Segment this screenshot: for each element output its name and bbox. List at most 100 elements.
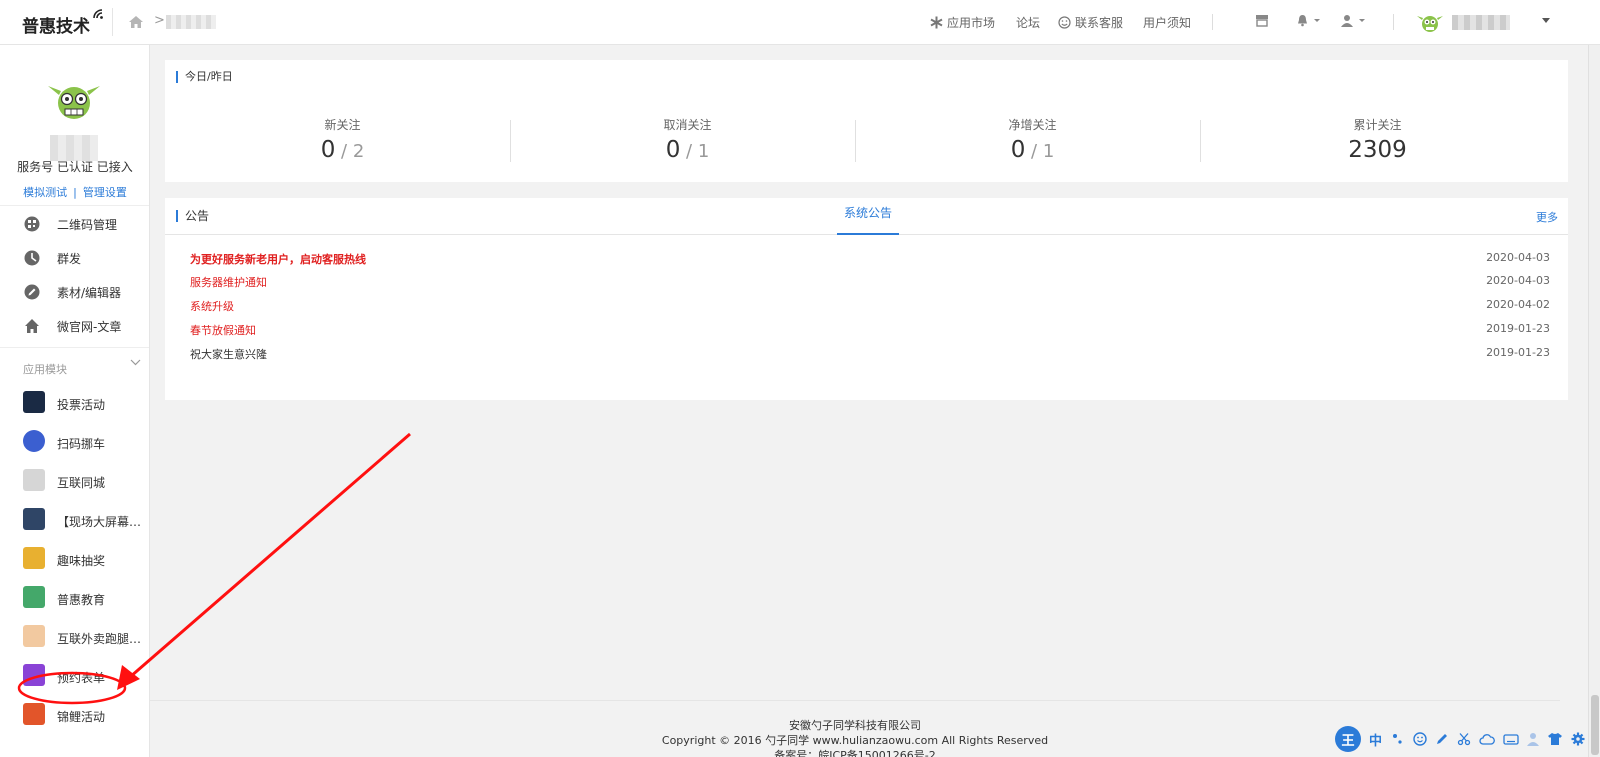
notice-date: 2020-04-03 — [1486, 251, 1550, 264]
user-icon — [1341, 15, 1353, 27]
logo[interactable]: 普惠技术 — [22, 9, 106, 37]
list-item[interactable]: 服务器维护通知 2020-04-03 — [190, 274, 1550, 292]
nav-user-notice-label: 用户须知 — [1143, 16, 1192, 30]
notice-date: 2020-04-03 — [1486, 274, 1550, 287]
vote-app-icon — [23, 391, 45, 413]
more-link[interactable]: 更多 — [1536, 209, 1558, 225]
avatar[interactable] — [1416, 9, 1444, 37]
sidebar-item-label: 二维码管理 — [57, 217, 118, 232]
logo-text: 普惠技术 — [22, 17, 90, 37]
sidebar-item-materials[interactable]: 素材/编辑器 — [0, 275, 149, 309]
stat-today: 0 — [320, 137, 336, 163]
delivery-app-icon — [23, 625, 45, 647]
list-item[interactable]: 为更好服务新老用户，启动客服热线 2020-04-03 — [190, 251, 1550, 269]
simulate-test-link[interactable]: 模拟测试 — [23, 186, 67, 199]
notice-title: 公告 — [176, 210, 209, 222]
sidebar-app-label: 互联同城 — [57, 476, 106, 490]
sidebar-app-label: 【现场大屏幕】... — [57, 515, 145, 529]
sidebar-app-label: 预约表单 — [57, 671, 106, 685]
nav-user-notice[interactable]: 用户须知 — [1143, 14, 1191, 31]
stats-card: 今日/昨日 新关注 0 / 2 取消关注 0 / 1 净增关注 0 / 1 累计… — [165, 60, 1568, 182]
broadcast-icon — [24, 250, 40, 266]
sidebar-item-qrcode[interactable]: 二维码管理 — [0, 207, 149, 241]
scrollbar-thumb[interactable] — [1591, 695, 1599, 755]
emoji-icon[interactable] — [1413, 732, 1427, 746]
account-avatar — [48, 86, 100, 119]
sidebar-item-microsite[interactable]: 微官网-文章 — [0, 309, 149, 343]
sidebar-app-big-screen[interactable]: 【现场大屏幕】... — [0, 502, 149, 538]
scrollbar[interactable] — [1588, 45, 1600, 757]
skin-icon[interactable] — [1547, 732, 1563, 746]
tab-system-notice[interactable]: 系统公告 — [837, 198, 899, 235]
divider — [1200, 120, 1201, 162]
divider — [0, 205, 149, 206]
notice-card: 公告 系统公告 更多 为更好服务新老用户，启动客服热线 2020-04-03 服… — [165, 198, 1568, 400]
sidebar-app-label: 趣味抽奖 — [57, 554, 106, 568]
settings-gear-icon[interactable] — [1571, 732, 1585, 746]
list-item[interactable]: 系统升级 2020-04-02 — [190, 298, 1550, 316]
pen-icon[interactable] — [1435, 732, 1449, 746]
user-icon[interactable] — [1527, 732, 1540, 746]
home-icon — [25, 319, 39, 333]
home-icon[interactable] — [128, 15, 144, 29]
nav-forum[interactable]: 论坛 — [1016, 14, 1040, 31]
sidebar-item-label: 群发 — [57, 251, 82, 266]
notice-date: 2019-01-23 — [1486, 322, 1550, 335]
topbar-divider — [112, 8, 113, 36]
sidebar-app-koi[interactable]: 锦鲤活动 — [0, 697, 149, 733]
sidebar-app-lottery[interactable]: 趣味抽奖 — [0, 541, 149, 577]
nav-app-market[interactable]: 应用市场 — [930, 14, 995, 31]
store-button[interactable] — [1255, 14, 1273, 27]
chevron-down-icon[interactable] — [130, 359, 141, 366]
divider — [855, 120, 856, 162]
divider — [0, 347, 149, 348]
breadcrumb-blurred-account[interactable] — [166, 15, 216, 29]
punctuation-icon[interactable] — [1391, 732, 1405, 746]
sidebar-app-city[interactable]: 互联同城 — [0, 463, 149, 499]
big-screen-app-icon — [23, 508, 45, 530]
edit-icon — [24, 284, 40, 300]
sidebar-app-education[interactable]: 普惠教育 — [0, 580, 149, 616]
stat-label: 取消关注 — [663, 118, 712, 132]
account-links: 模拟测试 | 管理设置 — [0, 184, 149, 200]
sidebar-item-label: 微官网-文章 — [57, 319, 122, 334]
sidebar-item-broadcast[interactable]: 群发 — [0, 241, 149, 275]
stat-yesterday: 1 — [697, 141, 710, 162]
list-item[interactable]: 祝大家生意兴隆 2019-01-23 — [190, 346, 1550, 364]
account-name-blurred[interactable] — [1452, 15, 1510, 30]
manage-settings-link[interactable]: 管理设置 — [83, 186, 127, 199]
list-item[interactable]: 春节放假通知 2019-01-23 — [190, 322, 1550, 340]
sidebar-app-vote[interactable]: 投票活动 — [0, 385, 149, 421]
stat-unfollow: 取消关注 0 / 1 — [515, 116, 860, 163]
nav-contact[interactable]: 联系客服 — [1058, 14, 1123, 31]
stat-total-follow: 累计关注 2309 — [1205, 116, 1550, 163]
keyboard-icon[interactable] — [1503, 732, 1519, 746]
user-menu-button[interactable] — [1340, 14, 1370, 27]
ime-logo-icon[interactable]: 王 — [1335, 726, 1361, 752]
notification-button[interactable] — [1296, 14, 1325, 27]
sidebar-app-delivery[interactable]: 互联外卖跑腿系统 — [0, 619, 149, 655]
scissors-icon[interactable] — [1457, 732, 1471, 746]
notice-header: 公告 系统公告 更多 — [165, 198, 1568, 235]
sidebar-app-label: 锦鲤活动 — [57, 710, 106, 724]
notice-text: 祝大家生意兴隆 — [190, 348, 267, 361]
sidebar-app-move-car[interactable]: 扫码挪车 — [0, 424, 149, 460]
cloud-icon[interactable] — [1479, 732, 1495, 746]
ime-lang-toggle[interactable]: 中 — [1369, 730, 1382, 749]
account-dropdown-caret[interactable] — [1542, 18, 1550, 23]
koi-app-icon — [23, 703, 45, 725]
notice-text: 春节放假通知 — [190, 324, 256, 337]
asterisk-icon — [930, 16, 943, 29]
sidebar-app-label: 扫码挪车 — [57, 437, 106, 451]
sidebar-app-booking-form[interactable]: 预约表单 — [0, 658, 149, 694]
topbar-divider — [1393, 14, 1394, 30]
stats-title: 今日/昨日 — [176, 71, 233, 83]
chevron-down-icon — [1314, 18, 1320, 22]
stat-today: 0 — [1010, 137, 1026, 163]
divider — [510, 120, 511, 162]
nav-contact-label: 联系客服 — [1075, 16, 1124, 30]
stat-label: 新关注 — [324, 118, 361, 132]
notice-date: 2019-01-23 — [1486, 346, 1550, 359]
top-bar: 普惠技术 > 应用市场 论坛 联系客服 用户须知 — [0, 0, 1600, 45]
account-status: 服务号 已认证 已接入 — [17, 160, 133, 174]
